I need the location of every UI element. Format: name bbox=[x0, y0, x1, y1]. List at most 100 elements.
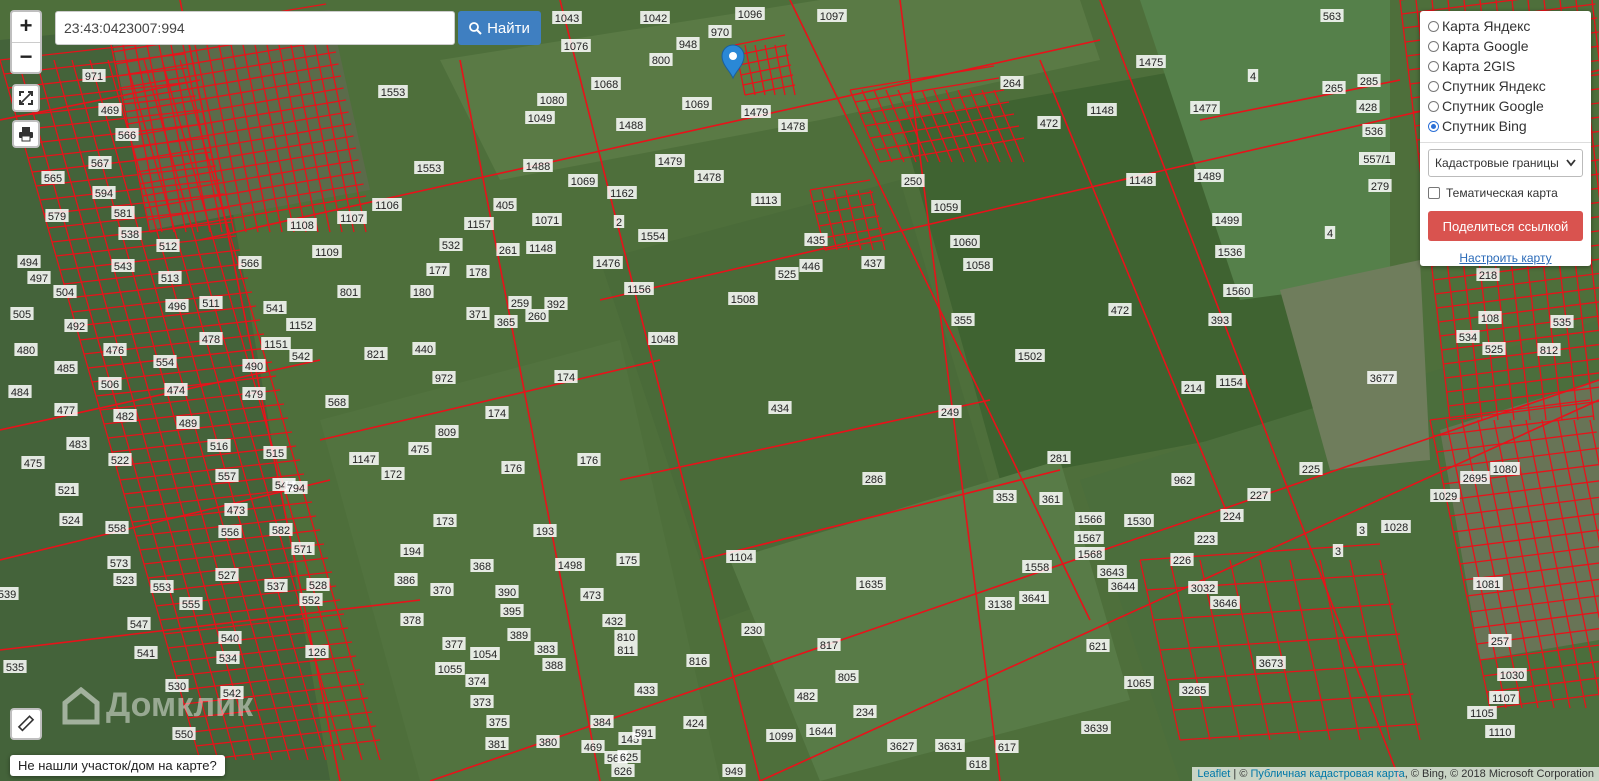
parcel-label[interactable]: 970 bbox=[708, 25, 732, 39]
parcel-label[interactable]: 566 bbox=[238, 256, 262, 270]
parcel-label[interactable]: 523 bbox=[113, 573, 137, 587]
parcel-label[interactable]: 540 bbox=[218, 631, 242, 645]
parcel-label[interactable]: 1479 bbox=[741, 105, 771, 119]
parcel-label[interactable]: 3 bbox=[1332, 544, 1344, 558]
parcel-label[interactable]: 261 bbox=[496, 243, 520, 257]
parcel-label[interactable]: 527 bbox=[215, 568, 239, 582]
parcel-label[interactable]: 469 bbox=[98, 103, 122, 117]
parcel-label[interactable]: 1029 bbox=[1430, 489, 1460, 503]
parcel-label[interactable]: 547 bbox=[127, 617, 151, 631]
parcel-label[interactable]: 1148 bbox=[1126, 173, 1156, 187]
parcel-label[interactable]: 555 bbox=[179, 597, 203, 611]
parcel-label[interactable]: 3138 bbox=[985, 597, 1015, 611]
parcel-label[interactable]: 353 bbox=[993, 490, 1017, 504]
zoom-out-button[interactable]: − bbox=[12, 42, 40, 73]
parcel-label[interactable]: 1553 bbox=[378, 85, 408, 99]
parcel-label[interactable]: 1068 bbox=[591, 77, 621, 91]
parcel-label[interactable]: 234 bbox=[853, 705, 877, 719]
fullscreen-button[interactable] bbox=[12, 84, 40, 112]
parcel-label[interactable]: 512 bbox=[156, 239, 180, 253]
parcel-label[interactable]: 390 bbox=[495, 585, 519, 599]
parcel-label[interactable]: 405 bbox=[493, 198, 517, 212]
parcel-label[interactable]: 567 bbox=[88, 156, 112, 170]
parcel-label[interactable]: 3673 bbox=[1256, 656, 1286, 670]
parcel-label[interactable]: 581 bbox=[111, 206, 135, 220]
parcel-label[interactable]: 1048 bbox=[648, 332, 678, 346]
parcel-label[interactable]: 193 bbox=[533, 524, 557, 538]
parcel-label[interactable]: 1060 bbox=[950, 235, 980, 249]
parcel-label[interactable]: 1553 bbox=[414, 161, 444, 175]
parcel-label[interactable]: 434 bbox=[768, 401, 792, 415]
parcel-label[interactable]: 816 bbox=[686, 654, 710, 668]
parcel-label[interactable]: 214 bbox=[1181, 381, 1205, 395]
parcel-label[interactable]: 618 bbox=[966, 757, 990, 771]
parcel-label[interactable]: 538 bbox=[118, 227, 142, 241]
parcel-label[interactable]: 525 bbox=[775, 267, 799, 281]
parcel-label[interactable]: 1108 bbox=[287, 218, 317, 232]
search-input[interactable]: 23:43:0423007:994 bbox=[55, 11, 455, 45]
parcel-label[interactable]: 1109 bbox=[312, 245, 342, 259]
parcel-label[interactable]: 532 bbox=[439, 238, 463, 252]
parcel-label[interactable]: 522 bbox=[108, 453, 132, 467]
parcel-label[interactable]: 516 bbox=[207, 439, 231, 453]
parcel-label[interactable]: 1554 bbox=[638, 229, 668, 243]
parcel-label[interactable]: 1028 bbox=[1381, 520, 1411, 534]
parcel-label[interactable]: 492 bbox=[64, 319, 88, 333]
parcel-label[interactable]: 1566 bbox=[1075, 512, 1105, 526]
parcel-label[interactable]: 534 bbox=[1456, 330, 1480, 344]
layer-option-google-map[interactable]: Карта Google bbox=[1428, 36, 1583, 56]
parcel-label[interactable]: 1568 bbox=[1075, 547, 1105, 561]
parcel-label[interactable]: 478 bbox=[199, 332, 223, 346]
parcel-label[interactable]: 1049 bbox=[525, 111, 555, 125]
overlay-select[interactable]: Кадастровые границы bbox=[1428, 149, 1583, 177]
zoom-in-button[interactable]: + bbox=[12, 12, 40, 42]
parcel-label[interactable]: 543 bbox=[111, 259, 135, 273]
parcel-label[interactable]: 625 bbox=[617, 750, 641, 764]
parcel-label[interactable]: 542 bbox=[289, 349, 313, 363]
parcel-label[interactable]: 511 bbox=[199, 296, 223, 310]
parcel-label[interactable]: 537 bbox=[264, 579, 288, 593]
parcel-label[interactable]: 1151 bbox=[261, 337, 291, 351]
parcel-label[interactable]: 801 bbox=[337, 285, 361, 299]
parcel-label[interactable]: 1080 bbox=[537, 93, 567, 107]
parcel-label[interactable]: 472 bbox=[1108, 303, 1132, 317]
parcel-label[interactable]: 224 bbox=[1220, 509, 1244, 523]
parcel-label[interactable]: 1030 bbox=[1497, 668, 1527, 682]
parcel-label[interactable]: 1107 bbox=[337, 211, 367, 225]
parcel-label[interactable]: 446 bbox=[799, 259, 823, 273]
parcel-label[interactable]: 554 bbox=[153, 355, 177, 369]
parcel-label[interactable]: 1479 bbox=[655, 154, 685, 168]
public-cadastral-map-link[interactable]: Публичная кадастровая карта bbox=[1250, 768, 1404, 780]
parcel-label[interactable]: 1104 bbox=[726, 550, 756, 564]
parcel-label[interactable]: 365 bbox=[494, 315, 518, 329]
parcel-label[interactable]: 440 bbox=[412, 342, 436, 356]
parcel-label[interactable]: 539 bbox=[0, 587, 19, 601]
parcel-label[interactable]: 259 bbox=[508, 296, 532, 310]
parcel-label[interactable]: 374 bbox=[465, 674, 489, 688]
parcel-label[interactable]: 962 bbox=[1171, 473, 1195, 487]
parcel-label[interactable]: 1560 bbox=[1223, 284, 1253, 298]
parcel-label[interactable]: 1508 bbox=[728, 292, 758, 306]
parcel-label[interactable]: 286 bbox=[862, 472, 886, 486]
parcel-label[interactable]: 524 bbox=[59, 513, 83, 527]
parcel-label[interactable]: 812 bbox=[1537, 343, 1561, 357]
parcel-label[interactable]: 472 bbox=[1037, 116, 1061, 130]
parcel-label[interactable]: 1644 bbox=[806, 724, 836, 738]
parcel-label[interactable]: 388 bbox=[542, 658, 566, 672]
parcel-label[interactable]: 811 bbox=[614, 643, 638, 657]
parcel-label[interactable]: 469 bbox=[581, 740, 605, 754]
layer-option-google-satellite[interactable]: Спутник Google bbox=[1428, 96, 1583, 116]
parcel-label[interactable]: 108 bbox=[1478, 311, 1502, 325]
parcel-label[interactable]: 496 bbox=[165, 299, 189, 313]
parcel-label[interactable]: 1536 bbox=[1215, 245, 1245, 259]
parcel-label[interactable]: 1106 bbox=[372, 198, 402, 212]
satellite-map[interactable]: 1553 1553 1108 1107 1106 1109 801 566 541 1152 542… bbox=[0, 0, 1599, 781]
parcel-label[interactable]: 1502 bbox=[1015, 349, 1045, 363]
parcel-label[interactable]: 361 bbox=[1039, 492, 1063, 506]
parcel-label[interactable]: 1096 bbox=[735, 7, 765, 21]
share-link-button[interactable]: Поделиться ссылкой bbox=[1428, 211, 1583, 241]
parcel-label[interactable]: 1148 bbox=[1087, 103, 1117, 117]
ruler-button[interactable] bbox=[10, 708, 42, 740]
parcel-label[interactable]: 817 bbox=[817, 638, 841, 652]
parcel-label[interactable]: 395 bbox=[500, 604, 524, 618]
